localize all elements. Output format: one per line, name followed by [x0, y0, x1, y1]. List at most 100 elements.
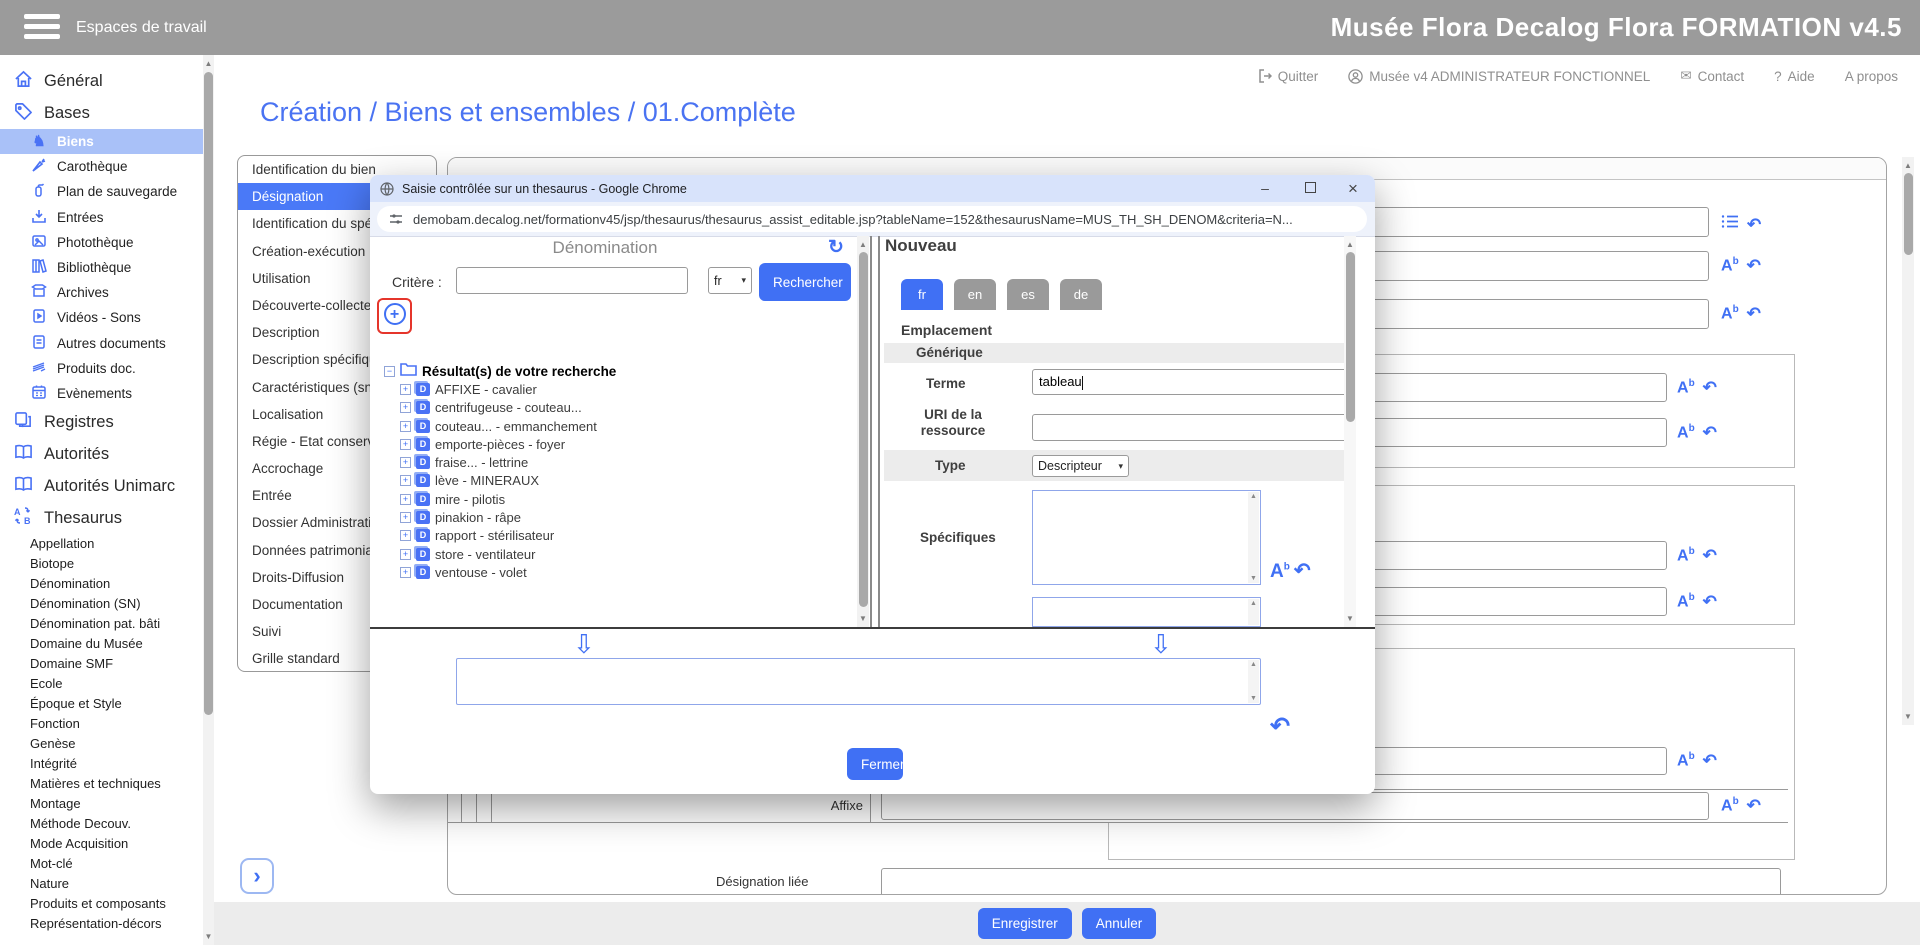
hamburger-menu-icon[interactable]: [24, 14, 60, 41]
tree-item[interactable]: + D centrifugeuse - couteau...: [400, 399, 616, 417]
sidebar-thesaurus-item[interactable]: Domaine SMF: [0, 654, 203, 674]
language-tab[interactable]: fr: [901, 279, 943, 310]
scroll-down-icon[interactable]: ▼: [857, 612, 869, 625]
sidebar-item-registres[interactable]: Registres: [0, 406, 203, 438]
undo-icon[interactable]: ↶: [1747, 797, 1761, 814]
sidebar-item-produits-doc[interactable]: Produits doc.: [0, 356, 203, 381]
type-select[interactable]: Descripteur ▾: [1032, 455, 1129, 477]
designation-liee-input[interactable]: [881, 868, 1781, 895]
sidebar-item-biens[interactable]: ♞ Biens: [0, 129, 203, 154]
language-tab[interactable]: es: [1007, 279, 1049, 310]
translate-icon[interactable]: Ab: [1677, 547, 1695, 564]
tree-item[interactable]: + D pinakion - râpe: [400, 508, 616, 526]
list-icon[interactable]: [1721, 214, 1739, 234]
tree-item[interactable]: + D fraise... - lettrine: [400, 453, 616, 471]
sidebar-item-archives[interactable]: Archives: [0, 280, 203, 305]
left-pane-scrollbar[interactable]: ▲ ▼: [857, 236, 869, 627]
form-field-input[interactable]: [1336, 587, 1667, 616]
undo-icon[interactable]: ↶: [1747, 216, 1761, 233]
form-field-input[interactable]: [1336, 541, 1667, 570]
expand-icon[interactable]: +: [400, 475, 411, 486]
undo-icon[interactable]: ↶: [1747, 257, 1761, 274]
sidebar-thesaurus-item[interactable]: Méthode Decouv.: [0, 814, 203, 834]
sidebar-thesaurus-item[interactable]: Mot-clé: [0, 854, 203, 874]
translate-icon[interactable]: Ab: [1677, 593, 1695, 610]
sidebar-item-bases[interactable]: Bases: [0, 97, 203, 129]
translate-icon[interactable]: Ab: [1677, 752, 1695, 769]
sidebar-item-plan-sauvegarde[interactable]: Plan de sauvegarde: [0, 179, 203, 204]
sidebar-thesaurus-item[interactable]: Ecole: [0, 674, 203, 694]
tree-item[interactable]: + D ventouse - volet: [400, 563, 616, 581]
sidebar-thesaurus-item[interactable]: Montage: [0, 794, 203, 814]
sidebar-item-autorites[interactable]: Autorités: [0, 438, 203, 470]
search-button[interactable]: Rechercher: [759, 263, 851, 301]
sidebar-item-carotheque[interactable]: Carothèque: [0, 154, 203, 179]
minimize-icon[interactable]: –: [1250, 175, 1280, 202]
about-link[interactable]: A propos: [1845, 69, 1898, 84]
terme-input[interactable]: tableau: [1032, 369, 1347, 395]
sidebar-thesaurus-item[interactable]: Matières et techniques: [0, 774, 203, 794]
expand-icon[interactable]: +: [400, 494, 411, 505]
cancel-button[interactable]: Annuler: [1082, 908, 1157, 939]
scroll-up-icon[interactable]: ▲: [1344, 238, 1356, 251]
sidebar-item-evenements[interactable]: Evènements: [0, 381, 203, 406]
help-link[interactable]: ? Aide: [1774, 69, 1815, 84]
panel-expand-button[interactable]: ›: [240, 858, 274, 894]
expand-icon[interactable]: +: [400, 530, 411, 541]
left-pane-scrollbar-thumb[interactable]: [859, 252, 868, 607]
tree-item[interactable]: + D emporte-pièces - foyer: [400, 435, 616, 453]
textarea-scrollbar[interactable]: ▲▼: [1248, 492, 1259, 583]
tree-item[interactable]: + D rapport - stérilisateur: [400, 527, 616, 545]
tree-item[interactable]: + D mire - pilotis: [400, 490, 616, 508]
expand-icon[interactable]: +: [400, 439, 411, 450]
undo-icon[interactable]: ↶: [1703, 593, 1717, 610]
result-textarea[interactable]: ▲▼: [456, 658, 1261, 705]
user-account-link[interactable]: Musée v4 ADMINISTRATEUR FONCTIONNEL: [1348, 69, 1650, 84]
translate-icon[interactable]: Ab: [1677, 379, 1695, 396]
sidebar-item-thesaurus[interactable]: AB Thesaurus: [0, 502, 203, 534]
scroll-down-icon[interactable]: ▼: [1344, 612, 1356, 625]
form-field-input[interactable]: [1323, 299, 1709, 329]
collapse-icon[interactable]: −: [384, 366, 395, 377]
sidebar-thesaurus-item[interactable]: Produits et composants: [0, 894, 203, 914]
next-field-partial[interactable]: ▲: [1032, 597, 1261, 627]
workspace-label[interactable]: Espaces de travail: [76, 0, 207, 55]
content-scrollbar[interactable]: ▲ ▼: [1902, 157, 1914, 725]
content-scrollbar-thumb[interactable]: [1904, 173, 1913, 255]
sidebar-thesaurus-item[interactable]: Nature: [0, 874, 203, 894]
textarea-scrollbar[interactable]: ▲▼: [1248, 660, 1259, 703]
sidebar-item-phototheque[interactable]: Photothèque: [0, 230, 203, 255]
form-field-input[interactable]: [1336, 747, 1667, 775]
translate-icon[interactable]: Ab: [1721, 305, 1739, 322]
sidebar-item-autres-documents[interactable]: Autres documents: [0, 331, 203, 356]
sidebar-item-entrees[interactable]: Entrées: [0, 205, 203, 230]
right-pane-scrollbar[interactable]: ▲ ▼: [1344, 236, 1356, 627]
close-icon[interactable]: ×: [1338, 175, 1368, 202]
expand-icon[interactable]: +: [400, 421, 411, 432]
quit-link[interactable]: Quitter: [1258, 69, 1319, 84]
expand-icon[interactable]: +: [400, 402, 411, 413]
site-settings-icon[interactable]: [389, 212, 403, 226]
tree-item[interactable]: + D lève - MINERAUX: [400, 472, 616, 490]
sidebar-item-bibliotheque[interactable]: Bibliothèque: [0, 255, 203, 280]
sidebar-thesaurus-item[interactable]: Fonction: [0, 714, 203, 734]
sidebar-item-general[interactable]: Général: [0, 65, 203, 97]
sidebar-item-videos-sons[interactable]: Vidéos - Sons: [0, 305, 203, 330]
sidebar-thesaurus-item[interactable]: Représentation-décors: [0, 914, 203, 934]
tree-item[interactable]: + D AFFIXE - cavalier: [400, 380, 616, 398]
form-field-input[interactable]: [1323, 207, 1709, 237]
sidebar-scrollbar-thumb[interactable]: [204, 72, 213, 715]
tree-item[interactable]: + D couteau... - emmanchement: [400, 417, 616, 435]
expand-icon[interactable]: +: [400, 384, 411, 395]
expand-icon[interactable]: +: [400, 512, 411, 523]
scroll-up-icon[interactable]: ▲: [1902, 159, 1914, 172]
sidebar-thesaurus-item[interactable]: Genèse: [0, 734, 203, 754]
translate-icon[interactable]: Ab: [1721, 797, 1739, 814]
specifiques-textarea[interactable]: ▲▼: [1032, 490, 1261, 585]
uri-input[interactable]: [1032, 414, 1347, 441]
scroll-up-icon[interactable]: ▲: [203, 57, 214, 70]
dialog-title-bar[interactable]: Saisie contrôlée sur un thesaurus - Goog…: [370, 175, 1375, 202]
sidebar-scrollbar[interactable]: ▲ ▼: [203, 55, 214, 945]
tree-root[interactable]: − Résultat(s) de votre recherche: [384, 362, 616, 380]
undo-icon[interactable]: ↶: [1703, 547, 1717, 564]
